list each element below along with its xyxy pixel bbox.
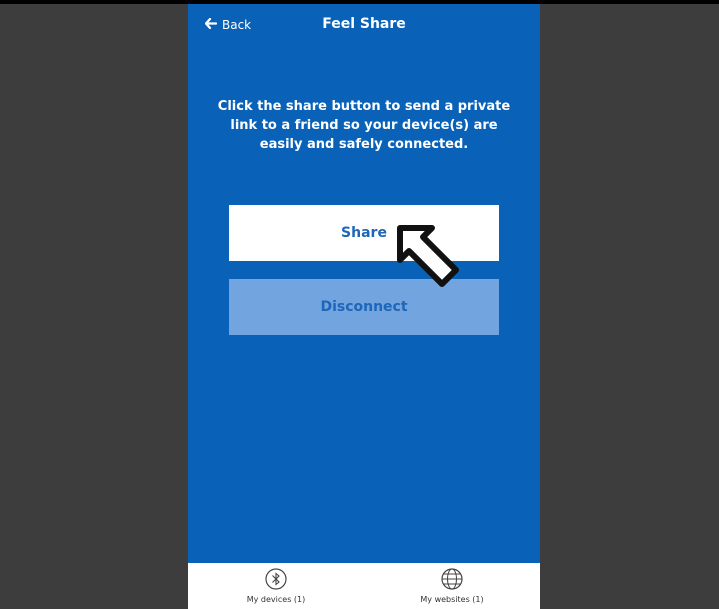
tab-my-devices[interactable]: My devices (1)	[188, 563, 364, 609]
mouse-pointer-icon	[394, 222, 462, 294]
share-instructions: Click the share button to send a private…	[217, 99, 511, 152]
tab-label: My websites (1)	[420, 595, 484, 604]
header-bar: Back Feel Share	[188, 4, 540, 46]
phone-screen: Back Feel Share Click the share button t…	[188, 4, 540, 609]
page-title: Feel Share	[322, 16, 406, 32]
tab-label: My devices (1)	[246, 595, 306, 604]
bottom-tab-bar: My devices (1) My websites (1)	[188, 563, 540, 609]
bluetooth-icon	[265, 568, 287, 595]
globe-icon	[441, 568, 463, 595]
tab-my-websites[interactable]: My websites (1)	[364, 563, 540, 609]
